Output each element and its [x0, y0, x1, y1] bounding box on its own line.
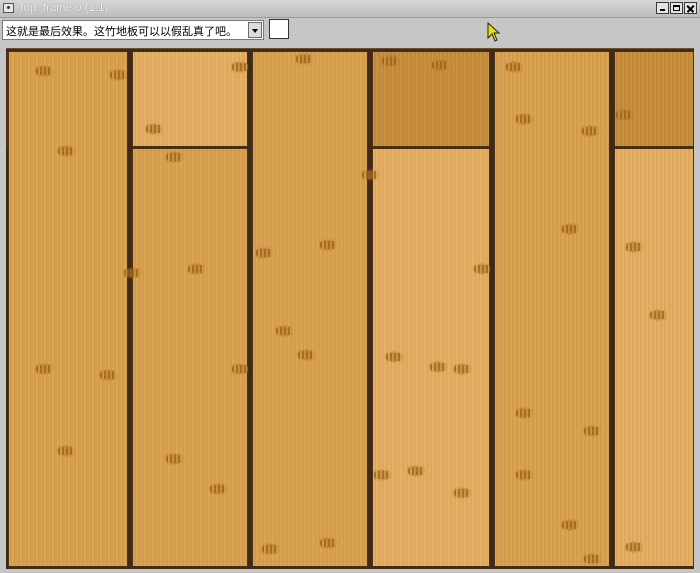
bamboo-node [188, 263, 204, 275]
bamboo-node [58, 445, 74, 457]
maximize-button[interactable] [670, 2, 683, 14]
bamboo-node [506, 61, 522, 73]
bamboo-node [430, 361, 446, 373]
bamboo-node [36, 65, 52, 77]
minimize-button[interactable] [656, 2, 669, 14]
bamboo-node [256, 247, 272, 259]
bamboo-node [210, 483, 226, 495]
bamboo-node [36, 363, 52, 375]
color-swatch[interactable] [269, 19, 289, 39]
bamboo-node [58, 145, 74, 157]
arrow-cursor-icon [487, 22, 501, 42]
bamboo-node [582, 125, 598, 137]
floor-plank [614, 51, 694, 147]
floor-plank [252, 51, 368, 567]
bamboo-node [474, 263, 490, 275]
bamboo-node [166, 151, 182, 163]
title-bar[interactable]: Top, frame 0 (1:1) [0, 0, 700, 18]
bamboo-node [562, 223, 578, 235]
floor-plank [8, 51, 128, 567]
bamboo-node [382, 55, 398, 67]
bamboo-node [362, 169, 378, 181]
frame-toolbar: 这就是最后效果。这竹地板可以以假乱真了吧。 [0, 18, 700, 43]
bamboo-node [110, 69, 126, 81]
render-frame-window: Top, frame 0 (1:1) 这就是最后效果。这竹地板可以以假乱真了吧。 [0, 0, 700, 573]
bamboo-node [374, 469, 390, 481]
bamboo-node [584, 425, 600, 437]
bamboo-node [562, 519, 578, 531]
bamboo-node [100, 369, 116, 381]
channel-dropdown-value: 这就是最后效果。这竹地板可以以假乱真了吧。 [6, 25, 237, 38]
bamboo-node [626, 241, 642, 253]
rendered-image [6, 48, 694, 569]
bamboo-node [262, 543, 278, 555]
bamboo-node [516, 407, 532, 419]
bamboo-node [298, 349, 314, 361]
bamboo-node [296, 53, 312, 65]
camera-icon [3, 3, 14, 13]
bamboo-node [124, 267, 140, 279]
bamboo-node [408, 465, 424, 477]
bamboo-node [584, 553, 600, 565]
bamboo-node [232, 363, 248, 375]
bamboo-node [232, 61, 248, 73]
bamboo-node [516, 469, 532, 481]
bamboo-node [616, 109, 632, 121]
chevron-down-icon[interactable] [248, 22, 262, 38]
bamboo-node [432, 59, 448, 71]
floor-plank [6, 51, 8, 147]
bamboo-node [454, 363, 470, 375]
bamboo-node [650, 309, 666, 321]
bamboo-node [454, 487, 470, 499]
bamboo-node [320, 239, 336, 251]
bamboo-node [320, 537, 336, 549]
floor-plank [614, 148, 694, 567]
bamboo-node [626, 541, 642, 553]
close-button[interactable] [684, 2, 697, 14]
channel-dropdown[interactable]: 这就是最后效果。这竹地板可以以假乱真了吧。 [2, 20, 264, 40]
floor-plank [132, 148, 248, 567]
bamboo-node [516, 113, 532, 125]
bamboo-node [276, 325, 292, 337]
window-title: Top, frame 0 (1:1) [18, 2, 109, 14]
bamboo-node [166, 453, 182, 465]
bamboo-node [386, 351, 402, 363]
bamboo-node [146, 123, 162, 135]
